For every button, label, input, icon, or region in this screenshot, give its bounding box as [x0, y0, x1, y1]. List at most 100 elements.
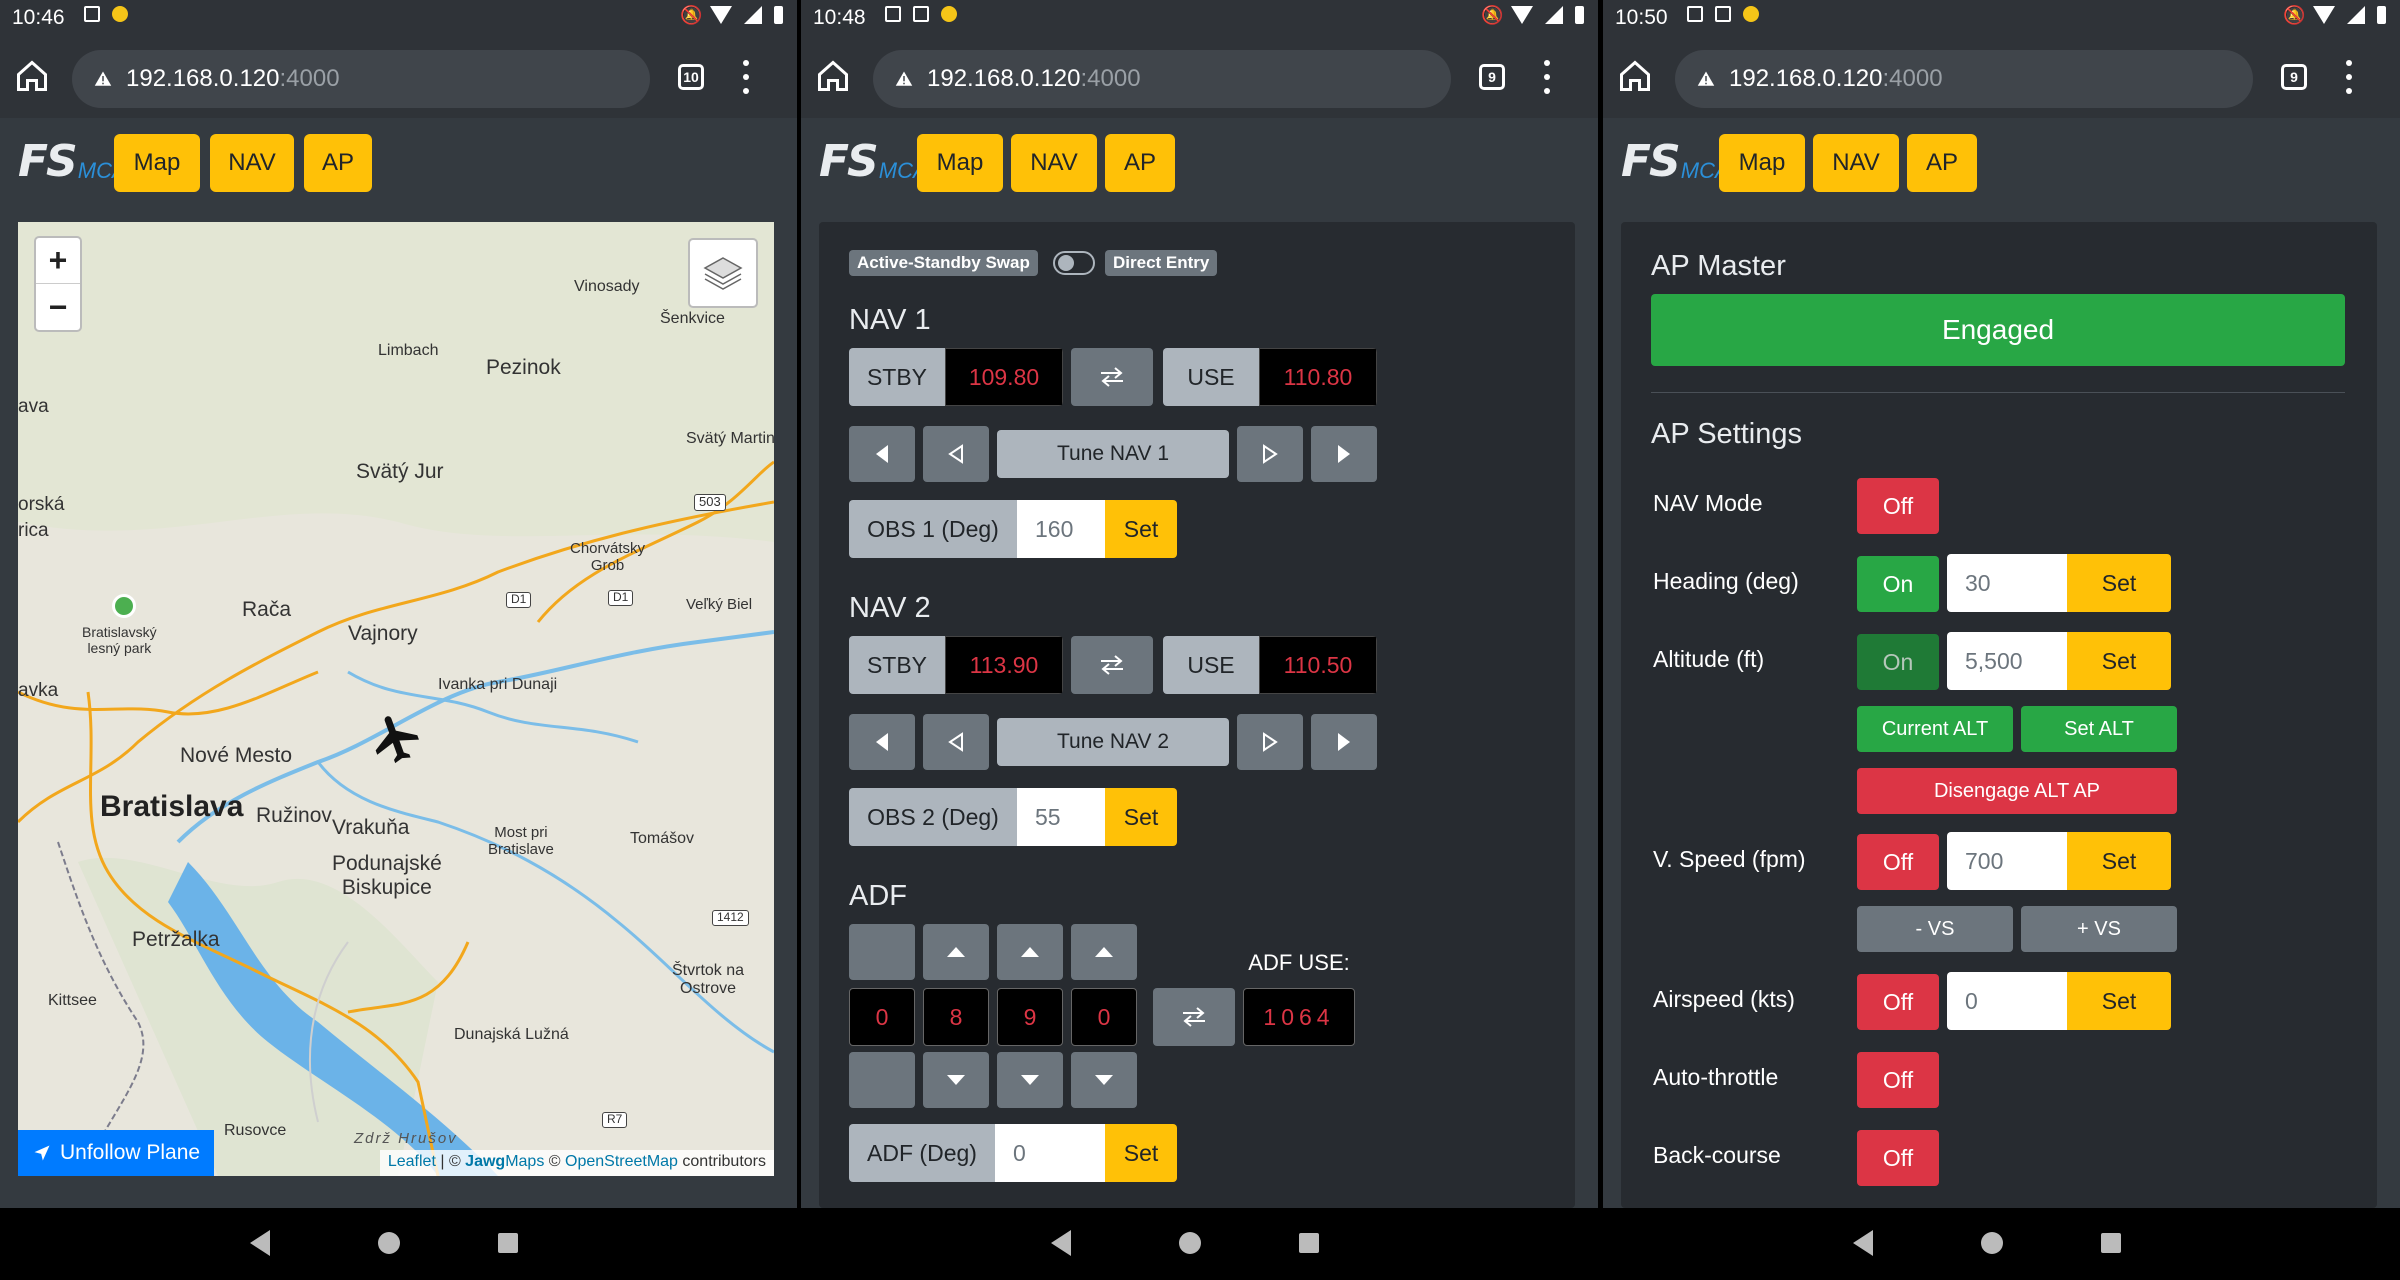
adf-deg-set-button[interactable]: Set	[1105, 1124, 1177, 1182]
layers-button[interactable]	[688, 238, 758, 308]
vspeed-set-button[interactable]: Set	[2067, 832, 2171, 890]
disengage-alt-button[interactable]: Disengage ALT AP	[1857, 768, 2177, 814]
adf-digit1-down-button[interactable]	[849, 1052, 915, 1108]
leaflet-link[interactable]: Leaflet	[388, 1153, 436, 1170]
heading-toggle[interactable]: On	[1857, 556, 1939, 612]
plus-vs-button[interactable]: + VS	[2021, 906, 2177, 952]
recents-icon[interactable]	[498, 1233, 518, 1253]
map-label: Rusovce	[224, 1122, 287, 1139]
recents-icon[interactable]	[1299, 1233, 1319, 1253]
obs1-input[interactable]: 160	[1017, 500, 1105, 558]
nav2-tune-button[interactable]: Tune NAV 2	[997, 718, 1229, 766]
nav-map-button[interactable]: Map	[1719, 134, 1805, 192]
nav1-coarse-up-button[interactable]	[1311, 426, 1377, 482]
adf-digit1-up-button[interactable]	[849, 924, 915, 980]
minus-vs-button[interactable]: - VS	[1857, 906, 2013, 952]
entry-mode-toggle[interactable]	[1053, 251, 1095, 275]
recents-icon[interactable]	[2101, 1233, 2121, 1253]
heading-set-button[interactable]: Set	[2067, 554, 2171, 612]
nav1-coarse-down-button[interactable]	[849, 426, 915, 482]
address-bar[interactable]: 192.168.0.120:4000	[1675, 50, 2253, 108]
tab-count-button[interactable]: 10	[678, 64, 704, 90]
adf-digit2-down-button[interactable]	[923, 1052, 989, 1108]
nav-map-button[interactable]: Map	[917, 134, 1003, 192]
nav2-swap-button[interactable]	[1071, 636, 1153, 694]
calendar-icon	[84, 6, 100, 22]
back-icon[interactable]	[1853, 1230, 1873, 1256]
home-icon[interactable]	[815, 58, 851, 94]
nav-nav-button[interactable]: NAV	[1813, 134, 1899, 192]
obs1-label: OBS 1 (Deg)	[849, 500, 1017, 558]
nav2-fine-down-button[interactable]	[923, 714, 989, 770]
url-port: :4000	[1080, 65, 1141, 92]
zoom-in-button[interactable]: +	[36, 238, 80, 284]
adf-deg-input[interactable]: 0	[995, 1124, 1105, 1182]
fsmca-logo[interactable]: FS MCA	[1621, 140, 1730, 184]
unfollow-plane-button[interactable]: Unfollow Plane	[18, 1130, 215, 1176]
altitude-input[interactable]: 5,500	[1947, 632, 2067, 690]
home-icon[interactable]	[14, 58, 50, 94]
jawg-link[interactable]: Jawg	[465, 1153, 505, 1170]
nav-ap-button[interactable]: AP	[1105, 134, 1175, 192]
back-icon[interactable]	[250, 1230, 270, 1256]
adf-digit4-up-button[interactable]	[1071, 924, 1137, 980]
airspeed-input[interactable]: 0	[1947, 972, 2067, 1030]
triangle-left-icon	[876, 733, 888, 751]
nav2-coarse-up-button[interactable]	[1311, 714, 1377, 770]
obs2-input[interactable]: 55	[1017, 788, 1105, 846]
osm-link[interactable]: OpenStreetMap	[565, 1153, 678, 1170]
home-circle-icon[interactable]	[378, 1232, 400, 1254]
home-circle-icon[interactable]	[1981, 1232, 2003, 1254]
fsmca-logo[interactable]: FS MCA	[18, 140, 127, 184]
obs1-set-button[interactable]: Set	[1105, 500, 1177, 558]
nav1-fine-down-button[interactable]	[923, 426, 989, 482]
nav-nav-button[interactable]: NAV	[210, 134, 294, 192]
set-alt-button[interactable]: Set ALT	[2021, 706, 2177, 752]
zoom-out-button[interactable]: −	[36, 284, 80, 330]
autothrottle-toggle[interactable]: Off	[1857, 1052, 1939, 1108]
menu-icon[interactable]	[2345, 60, 2353, 94]
nav-ap-button[interactable]: AP	[304, 134, 372, 192]
backcourse-toggle[interactable]: Off	[1857, 1130, 1939, 1186]
nav2-stby-label: STBY	[849, 636, 945, 694]
tab-count-button[interactable]: 9	[2281, 64, 2307, 90]
adf-digit4-down-button[interactable]	[1071, 1052, 1137, 1108]
tab-count-button[interactable]: 9	[1479, 64, 1505, 90]
phone-ap-screen: 10:50 🔕 192.168.0.120:4000 9 FS MCA Map N…	[1603, 0, 2400, 1280]
home-circle-icon[interactable]	[1179, 1232, 1201, 1254]
nav2-coarse-down-button[interactable]	[849, 714, 915, 770]
home-icon[interactable]	[1617, 58, 1653, 94]
nav-map-button[interactable]: Map	[114, 134, 200, 192]
vspeed-toggle[interactable]: Off	[1857, 834, 1939, 890]
fsmca-logo[interactable]: FS MCA	[819, 140, 928, 184]
back-icon[interactable]	[1051, 1230, 1071, 1256]
altitude-set-button[interactable]: Set	[2067, 632, 2171, 690]
adf-digit3-down-button[interactable]	[997, 1052, 1063, 1108]
address-bar[interactable]: 192.168.0.120:4000	[873, 50, 1451, 108]
airspeed-toggle[interactable]: Off	[1857, 974, 1939, 1030]
heading-input[interactable]: 30	[1947, 554, 2067, 612]
nav2-use-group: USE 110.50	[1163, 636, 1377, 694]
vspeed-input[interactable]: 700	[1947, 832, 2067, 890]
nav1-tune-button[interactable]: Tune NAV 1	[997, 430, 1229, 478]
altitude-toggle[interactable]: On	[1857, 634, 1939, 690]
map-view[interactable]: Vinosady Šenkvice Limbach Pezinok ava Sv…	[18, 222, 774, 1176]
current-alt-button[interactable]: Current ALT	[1857, 706, 2013, 752]
obs2-set-button[interactable]: Set	[1105, 788, 1177, 846]
adf-digit3-up-button[interactable]	[997, 924, 1063, 980]
nav2-fine-up-button[interactable]	[1237, 714, 1303, 770]
menu-icon[interactable]	[742, 60, 750, 94]
menu-icon[interactable]	[1543, 60, 1551, 94]
url-port: :4000	[1882, 65, 1943, 92]
adf-digit2-up-button[interactable]	[923, 924, 989, 980]
adf-swap-button[interactable]	[1153, 988, 1235, 1046]
ap-master-engaged-button[interactable]: Engaged	[1651, 294, 2345, 366]
airspeed-set-button[interactable]: Set	[2067, 972, 2171, 1030]
nav-mode-toggle[interactable]: Off	[1857, 478, 1939, 534]
nav1-fine-up-button[interactable]	[1237, 426, 1303, 482]
nav-nav-button[interactable]: NAV	[1011, 134, 1097, 192]
nav1-swap-button[interactable]	[1071, 348, 1153, 406]
adf-digit-4: 0	[1071, 988, 1137, 1046]
address-bar[interactable]: 192.168.0.120:4000	[72, 50, 650, 108]
nav-ap-button[interactable]: AP	[1907, 134, 1977, 192]
